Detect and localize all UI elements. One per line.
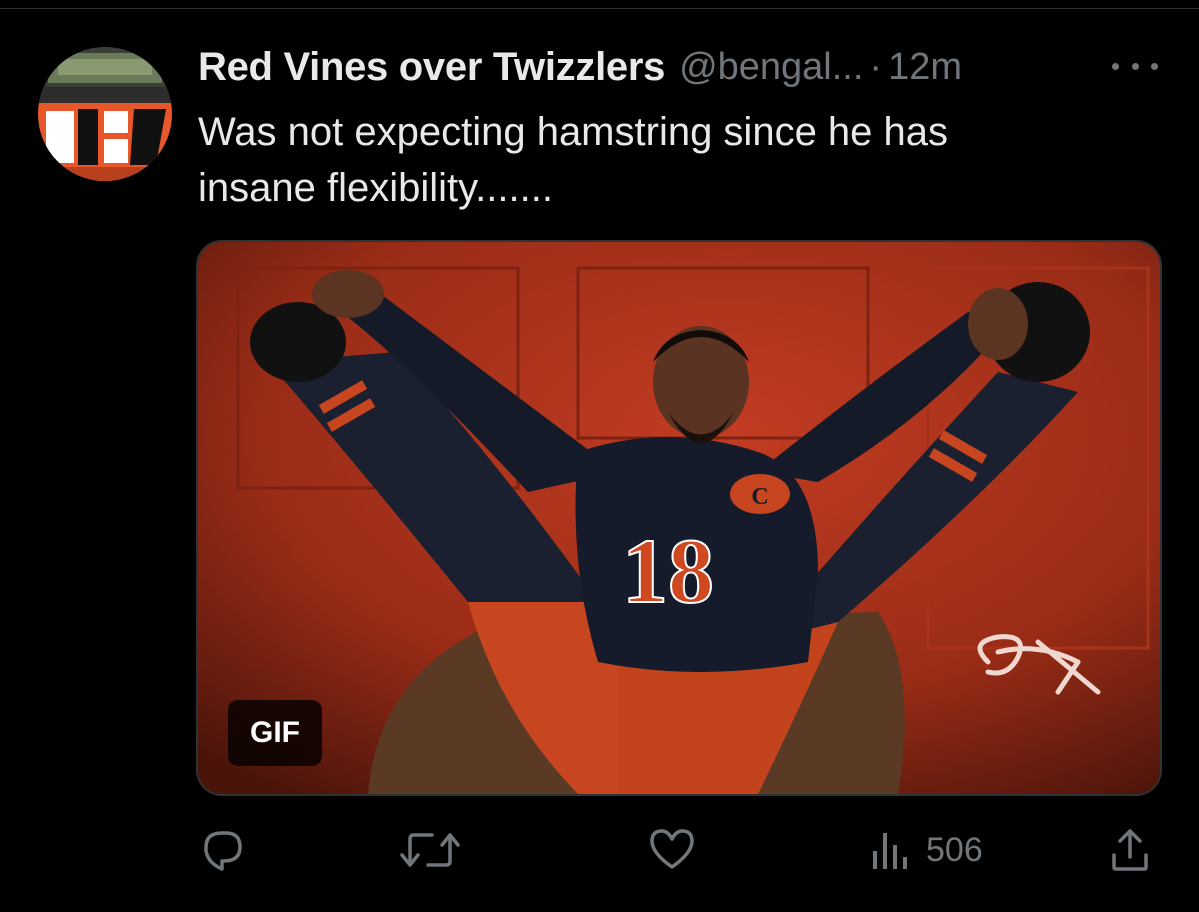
timestamp[interactable]: 12m [888,46,962,89]
reply-button[interactable] [200,820,246,880]
tweet-text: Was not expecting hamstring since he has… [198,104,1138,216]
retweet-button[interactable] [400,820,460,880]
views-button[interactable]: 506 [870,820,983,880]
gif-frame-image: C 18 [198,242,1160,794]
jersey-number: 18 [622,520,714,622]
display-name[interactable]: Red Vines over Twizzlers [198,45,665,90]
tweet-actions: 506 [0,820,1199,880]
heart-icon [650,829,694,869]
svg-text:C: C [751,484,768,510]
gif-badge: GIF [228,700,322,766]
top-divider [0,8,1199,9]
share-icon [1112,829,1148,871]
reply-icon [204,831,242,871]
like-button[interactable] [648,820,696,880]
tweet-header: Red Vines over Twizzlers @bengal... · 12… [198,42,962,92]
tweet-text-line: Was not expecting hamstring since he has [198,110,949,154]
share-button[interactable] [1108,820,1152,880]
gif-media[interactable]: C 18 GIF [196,240,1162,796]
user-handle[interactable]: @bengal... [679,46,863,89]
retweet-icon [400,833,460,867]
separator-dot: · [869,45,883,88]
tweet-text-line: insane flexibility....... [198,166,553,210]
views-icon [873,833,907,869]
avatar[interactable] [38,47,172,181]
more-options-icon[interactable] [1112,58,1158,74]
views-count: 506 [926,830,983,869]
